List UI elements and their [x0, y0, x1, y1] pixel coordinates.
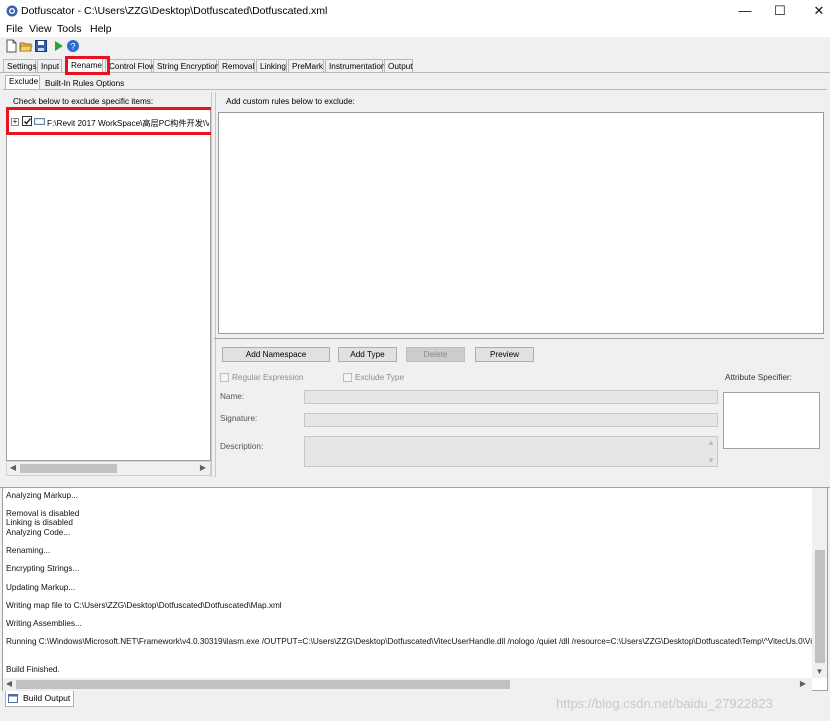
name-label: Name: — [220, 392, 245, 401]
regular-expression-checkbox[interactable] — [220, 373, 229, 382]
rename-tab-highlight — [65, 56, 110, 75]
tab-control-flow[interactable]: Control Flow — [105, 59, 155, 72]
attribute-specifier-label: Attribute Specifier: — [725, 373, 792, 382]
output-line: Linking is disabled — [6, 518, 73, 527]
exclude-type-label: Exclude Type — [355, 373, 405, 382]
output-line: Renaming... — [6, 546, 51, 555]
right-panel-divider — [214, 338, 824, 341]
name-field[interactable] — [304, 390, 718, 404]
tab-string-encryption[interactable]: String Encryption — [153, 59, 219, 72]
output-vscroll-thumb[interactable] — [815, 550, 825, 663]
menu-help[interactable]: Help — [90, 23, 112, 35]
output-line: Removal is disabled — [6, 509, 80, 518]
output-hscroll-thumb[interactable] — [16, 680, 510, 689]
tree-item-highlight — [6, 107, 214, 135]
save-icon[interactable] — [34, 39, 48, 53]
new-file-icon[interactable] — [4, 39, 18, 53]
regular-expression-label: Regular Expression — [232, 373, 304, 382]
output-line: Running C:\Windows\Microsoft.NET\Framewo… — [6, 637, 814, 646]
signature-field[interactable] — [304, 413, 718, 427]
menu-view[interactable]: View — [29, 23, 52, 35]
exclude-items-label: Check below to exclude specific items: — [13, 97, 154, 106]
svg-text:?: ? — [70, 42, 75, 52]
scroll-left-icon[interactable]: ◀ — [8, 463, 18, 472]
tab-removal[interactable]: Removal — [218, 59, 255, 72]
subtab-options[interactable]: Options — [92, 77, 125, 89]
subtab-built-in-rules[interactable]: Built-In Rules — [41, 77, 94, 89]
window-title: Dotfuscator - C:\Users\ZZG\Desktop\Dotfu… — [21, 5, 328, 17]
vertical-splitter[interactable] — [211, 92, 216, 477]
toolbar — [0, 37, 830, 55]
help-icon[interactable]: ? — [66, 39, 80, 53]
output-line: Updating Markup... — [6, 583, 76, 592]
signature-label: Signature: — [220, 414, 258, 423]
output-scroll-down-icon[interactable]: ▼ — [813, 667, 826, 676]
tab-input[interactable]: Input — [37, 59, 62, 72]
description-scroll-down-icon[interactable]: ▼ — [706, 456, 716, 465]
subtab-exclude[interactable]: Exclude — [5, 75, 40, 89]
build-output-tab-label: Build Output — [23, 693, 71, 703]
output-scroll-right-icon[interactable]: ▶ — [798, 679, 808, 688]
add-type-button[interactable]: Add Type — [338, 347, 397, 362]
build-output-pane[interactable]: Analyzing Markup... Removal is disabled … — [2, 487, 828, 691]
delete-button[interactable]: Delete — [406, 347, 465, 362]
dotfuscator-app-icon — [6, 5, 18, 17]
open-folder-icon[interactable] — [19, 39, 33, 53]
output-line: Analyzing Markup... — [6, 491, 78, 500]
custom-rules-tree[interactable] — [218, 112, 824, 334]
subtab-strip-border — [3, 89, 827, 90]
attribute-specifier-box[interactable] — [723, 392, 820, 449]
menu-bar — [0, 22, 830, 37]
menu-tools[interactable]: Tools — [57, 23, 82, 35]
tab-linking[interactable]: Linking — [256, 59, 287, 72]
output-scroll-left-icon[interactable]: ◀ — [4, 679, 14, 688]
exclude-type-checkbox[interactable] — [343, 373, 352, 382]
output-window-icon — [8, 694, 18, 703]
output-line: Writing Assemblies... — [6, 619, 82, 628]
description-scroll-up-icon[interactable]: ▲ — [706, 438, 716, 447]
tab-settings[interactable]: Settings — [3, 59, 37, 72]
preview-button[interactable]: Preview — [475, 347, 534, 362]
output-line: Build Finished. — [6, 665, 60, 674]
scroll-right-icon[interactable]: ▶ — [198, 463, 208, 472]
exclude-tree-view[interactable] — [6, 107, 211, 461]
output-line: Writing map file to C:\Users\ZZG\Desktop… — [6, 601, 282, 610]
close-button[interactable]: ✕ — [796, 0, 830, 22]
tab-output[interactable]: Output — [384, 59, 413, 72]
output-line: Encrypting Strings... — [6, 564, 80, 573]
output-line: Analyzing Code... — [6, 528, 71, 537]
tree-scroll-thumb[interactable] — [20, 464, 117, 473]
build-run-icon[interactable] — [51, 39, 65, 53]
description-field[interactable] — [304, 436, 718, 467]
tab-instrumentation[interactable]: Instrumentation — [325, 59, 385, 72]
tab-premark[interactable]: PreMark — [288, 59, 324, 72]
description-label: Description: — [220, 442, 264, 451]
add-namespace-button[interactable]: Add Namespace — [222, 347, 330, 362]
custom-rules-label: Add custom rules below to exclude: — [226, 97, 355, 106]
menu-file[interactable]: File — [6, 23, 23, 35]
watermark: https://blog.csdn.net/baidu_27922823 — [556, 696, 773, 711]
